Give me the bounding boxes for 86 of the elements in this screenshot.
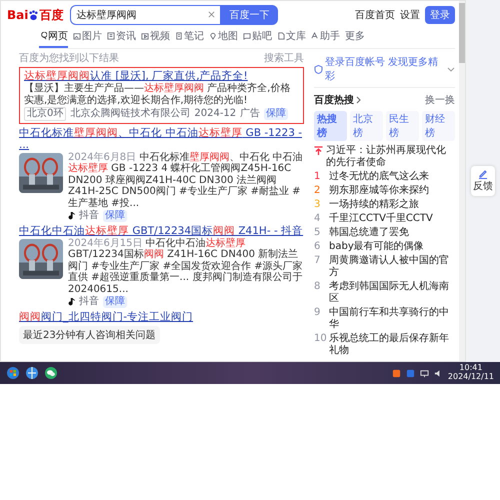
pen-icon <box>478 169 488 179</box>
ad-label: 广告 <box>240 108 260 120</box>
login-button[interactable]: 登录 <box>425 6 455 24</box>
guarantee-badge: 保障 <box>103 210 127 222</box>
rank-number: 1 <box>314 171 322 182</box>
hot-search-item[interactable]: 千里江CCTV千里CCTV <box>329 213 433 225</box>
search-tab[interactable]: 助手 <box>311 29 340 48</box>
tab-icon <box>209 32 217 40</box>
feedback-button[interactable]: 反馈 <box>471 166 495 196</box>
tab-icon <box>39 32 47 40</box>
rank-number: 10 <box>314 333 326 344</box>
tab-icon <box>107 32 115 40</box>
search-tab[interactable]: 视频 <box>141 29 170 48</box>
rank-number: 2 <box>314 185 322 196</box>
rank-number: 4 <box>314 213 322 224</box>
result-description: 2024年6月8日 中石化标准壁厚阀阀、中石化 中石油 达标壁厚 GB -1223 4 蝶杆化工管阀阀Z45H-16C DN200 球座阀阀Z41H-40C DN300 法兰阀阀Z41H-25C DN500阀门 #专业生产厂家 #耐盐业 #生产基地 #投... <box>68 152 304 210</box>
chevron-right-icon[interactable] <box>356 96 361 104</box>
hot-search-item[interactable]: 习近平：让苏州再展现代化的先行者使命 <box>326 145 455 169</box>
hot-search-item[interactable]: 过冬无忧的底气这么来 <box>329 171 429 183</box>
result-title-link[interactable]: 中石化标准壁厚阀阀、中石化 中石油达标壁厚 GB -1223 - ... <box>19 126 304 151</box>
result-description: 【显沃】主要生产产品——达标壁厚阀阀 产品种类齐全,价格实惠,是您满意的选择,欢迎长期合作,期待您的光临! <box>24 83 292 106</box>
tab-icon <box>243 32 251 40</box>
result-source: 抖音 <box>79 296 99 308</box>
search-tab[interactable]: 资讯 <box>107 29 136 48</box>
scrollbar[interactable] <box>459 1 465 361</box>
rank-number: 3 <box>314 199 322 210</box>
board-tab[interactable]: 财经榜 <box>422 111 455 141</box>
hot-search-item[interactable]: baby最有可能的偶像 <box>329 241 424 253</box>
search-tab[interactable]: 网页 <box>39 29 68 48</box>
search-tab[interactable]: 笔记 <box>175 29 204 48</box>
hot-search-item[interactable]: 乐视总统工的最后保存新年礼物 <box>329 333 455 357</box>
music-note-icon <box>68 212 75 220</box>
tab-icon <box>73 32 81 40</box>
hot-search-title[interactable]: 百度热搜 <box>314 93 354 107</box>
tab-icon <box>175 32 183 40</box>
search-tab[interactable]: 地图 <box>209 29 238 48</box>
search-tab[interactable]: 贴吧 <box>243 29 272 48</box>
rank-number: 8 <box>314 281 322 292</box>
pin-top-icon <box>314 146 323 156</box>
clock-time: 10:41 <box>459 364 482 373</box>
result-description: 2024年6月15日 中石化中石油达标壁厚 GBT/12234国标阀阀 Z41H-16C DN400 新制法兰阀门 #专业生产厂家 #全国发货欢迎合作 #源头厂家直供 #超强逆重质量第一... 度邦阀门制造有限公司于20240615... <box>68 238 304 296</box>
hot-search-item[interactable]: 中国前行车和共享骑行的中华 <box>329 307 455 331</box>
start-button-icon[interactable] <box>6 366 20 380</box>
hot-search-item[interactable]: 韩国总统遭了罢免 <box>329 227 409 239</box>
board-tab[interactable]: 民生榜 <box>386 111 419 141</box>
search-tab[interactable]: 更多 <box>345 29 365 48</box>
clear-icon[interactable] <box>208 11 216 18</box>
tab-icon <box>277 32 285 40</box>
rank-number: 5 <box>314 227 322 238</box>
guarantee-badge: 保障 <box>264 108 288 120</box>
result-date: 2024-12 <box>194 108 236 120</box>
chevron-down-icon[interactable] <box>447 66 455 72</box>
search-tab[interactable]: 图片 <box>73 29 102 48</box>
consult-chip[interactable]: 最近23分钟有人咨询相关问题 <box>19 326 160 344</box>
rank-number: 6 <box>314 241 322 252</box>
guarantee-badge: 保障 <box>103 296 127 308</box>
result-tag: 北京0环 <box>24 107 66 121</box>
rank-number: 7 <box>314 255 322 266</box>
result-source: 北京众腾阀链技术有限公司 <box>70 108 190 120</box>
refresh-link[interactable]: 换一换 <box>425 93 455 107</box>
result-count: 百度为您找到以下结果 <box>19 52 119 65</box>
browser-icon[interactable] <box>25 366 39 380</box>
header-link[interactable]: 设置 <box>400 8 420 22</box>
search-tab[interactable]: 文库 <box>277 29 306 48</box>
hot-search-item[interactable]: 考虑到韩国国际无人机海南区 <box>329 281 455 305</box>
baidu-logo[interactable]: Bai 百度 <box>7 6 64 24</box>
shield-icon <box>314 64 323 74</box>
result-source: 抖音 <box>79 210 99 222</box>
result-title-link[interactable]: 中石化中石油达标壁厚 GBT/12234国标阀阀 Z41H- - 抖音 <box>19 224 304 237</box>
chat-app-icon[interactable] <box>44 366 58 380</box>
search-button[interactable]: 百度一下 <box>220 5 278 25</box>
board-tab[interactable]: 北京榜 <box>350 111 383 141</box>
rank-number: 9 <box>314 307 322 318</box>
music-note-icon <box>68 298 75 306</box>
search-field[interactable]: 达标壁厚阀阀 <box>70 5 220 25</box>
tab-icon <box>141 32 149 40</box>
network-icon[interactable] <box>420 368 429 378</box>
clock-date: 2024/12/11 <box>448 373 494 382</box>
hot-search-item[interactable]: 一场持续的精彩之旅 <box>329 199 419 211</box>
hot-search-item[interactable]: 周黄腾邀请认人被中国的官方 <box>329 255 455 279</box>
tab-icon <box>311 32 319 40</box>
board-tab[interactable]: 热搜榜 <box>314 111 347 141</box>
header-link[interactable]: 百度首页 <box>355 8 395 22</box>
hot-search-item[interactable]: 朔东那座城等你来探约 <box>329 185 429 197</box>
account-prompt[interactable]: 登录百度帐号 发现更多精彩 <box>325 55 445 83</box>
paw-icon <box>28 10 40 20</box>
